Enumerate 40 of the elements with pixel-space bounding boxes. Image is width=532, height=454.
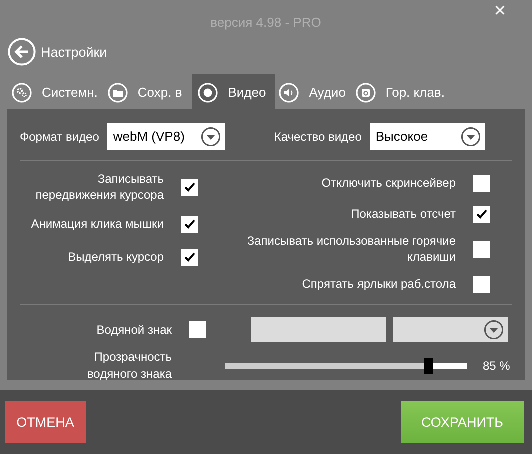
gears-icon <box>12 82 32 102</box>
record-icon <box>198 82 218 102</box>
option-label: Записывать передвижения курсора <box>34 171 164 203</box>
quality-dropdown[interactable]: Высокое <box>370 123 485 150</box>
format-dropdown[interactable]: webM (VP8) <box>107 123 226 150</box>
key-icon <box>356 82 376 102</box>
opacity-slider[interactable] <box>225 358 467 374</box>
watermark-dropdown[interactable] <box>393 317 508 342</box>
tab[interactable]: Видео <box>192 74 276 111</box>
checkbox[interactable] <box>181 178 198 196</box>
option-label: Анимация клика мышки <box>30 216 164 232</box>
opacity-label: Прозрачность водяного знака <box>86 349 172 383</box>
tab[interactable]: Сохр. в <box>108 74 188 111</box>
format-label: Формат видео <box>20 130 100 144</box>
tab[interactable]: Гор. клав. <box>356 74 451 111</box>
checkbox[interactable] <box>181 216 198 232</box>
opacity-value: 85 % <box>483 359 510 373</box>
folder-icon <box>108 82 128 102</box>
close-button[interactable]: × <box>490 0 510 23</box>
speaker-icon <box>279 82 300 102</box>
checkbox[interactable] <box>473 276 490 292</box>
option-label: Выделять курсор <box>67 249 164 265</box>
checkbox[interactable] <box>473 240 490 258</box>
checkbox[interactable] <box>473 174 490 192</box>
settings-title: Настройки <box>41 44 108 60</box>
quality-label: Качество видео <box>274 130 362 144</box>
watermark-label: Водяной знак <box>96 322 172 336</box>
checkbox[interactable] <box>473 206 490 222</box>
option-label: Спрятать ярлыки раб.стола <box>302 276 456 292</box>
cancel-button[interactable]: ОТМЕНА <box>5 401 86 443</box>
checkbox[interactable] <box>189 321 206 338</box>
option-label: Отключить скринсейвер <box>322 175 456 191</box>
checkbox[interactable] <box>181 248 198 266</box>
option-label: Показывать отсчет <box>351 206 456 222</box>
tab[interactable]: Аудио <box>279 74 352 111</box>
watermark-text-field[interactable] <box>251 317 386 342</box>
save-button[interactable]: СОХРАНИТЬ <box>401 401 524 443</box>
option-label: Записывать использованные горячие клавиши <box>246 233 456 265</box>
tab[interactable]: Системн. <box>12 74 104 111</box>
slider-thumb[interactable] <box>424 358 434 374</box>
